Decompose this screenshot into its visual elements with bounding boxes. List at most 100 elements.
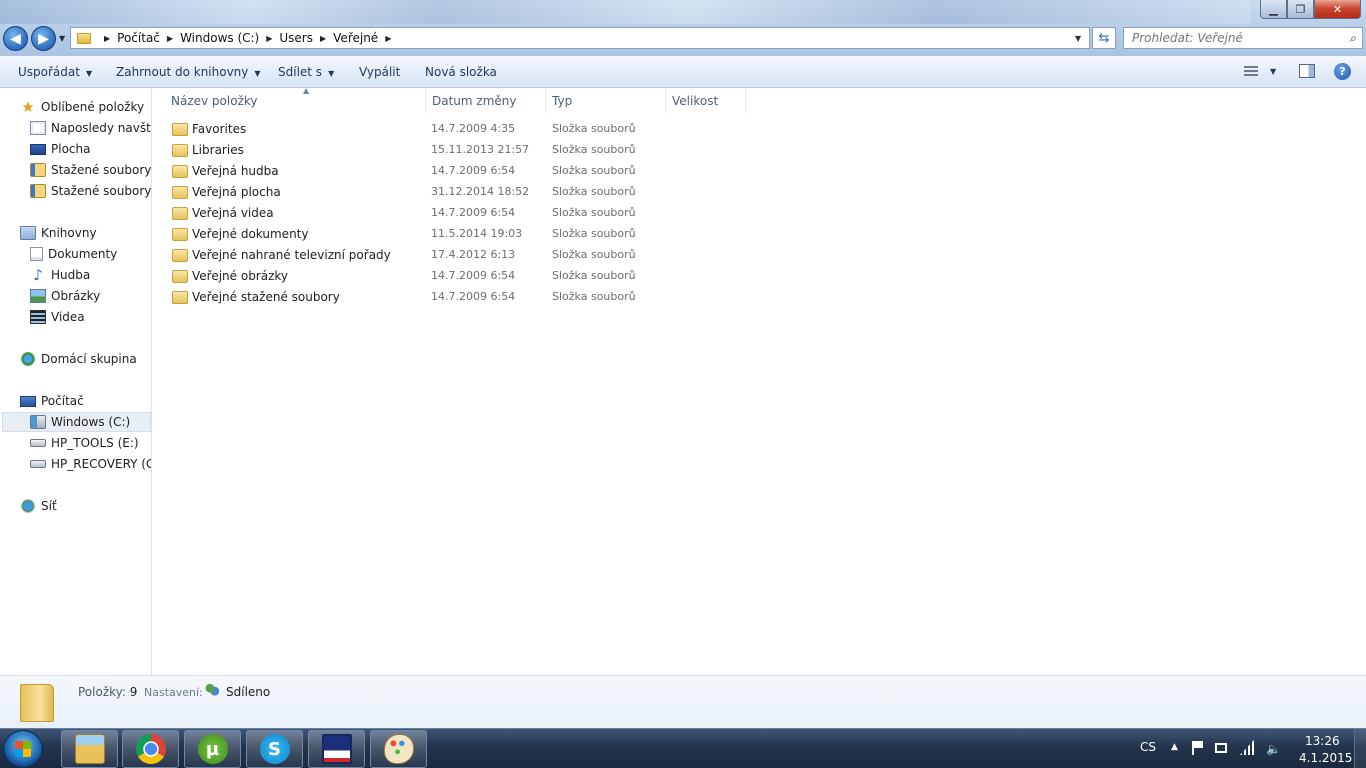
sidebar-item-recent-places[interactable]: Naposledy navštívené	[30, 118, 151, 138]
clock-time[interactable]: 13:26	[1305, 734, 1340, 748]
help-icon[interactable]: ?	[1334, 63, 1351, 80]
address-history-chevron-down-icon[interactable]: ▼	[1075, 34, 1081, 43]
taskbar-save-app-button[interactable]	[308, 730, 365, 768]
sidebar-item-label: Obrázky	[51, 289, 101, 303]
taskbar-skype-button[interactable]: S	[246, 730, 303, 768]
change-view-icon[interactable]	[1244, 66, 1258, 77]
search-box[interactable]: ⌕	[1123, 27, 1363, 49]
file-date-modified: 14.7.2009 4:35	[431, 122, 516, 135]
table-row[interactable]: Favorites 14.7.2009 4:35 Složka souborů	[167, 119, 747, 140]
sidebar-item-label: Windows (C:)	[51, 415, 131, 429]
volume-icon[interactable]: 🔈	[1266, 742, 1281, 756]
refresh-icon: ⇆	[1098, 30, 1110, 46]
sidebar-item-network[interactable]: Síť	[20, 496, 57, 516]
sidebar-item-downloads-2[interactable]: Stažené soubory	[30, 181, 151, 201]
taskbar-paint-button[interactable]	[370, 730, 427, 768]
taskbar-explorer-button[interactable]	[61, 730, 118, 768]
column-header-name[interactable]: ▲ Název položky	[165, 86, 426, 113]
show-hidden-icons-chevron-up-icon[interactable]: ▲	[1171, 742, 1178, 752]
breadcrumb-public[interactable]: Veřejné	[333, 31, 378, 45]
burn-button[interactable]: Vypálit	[359, 65, 400, 79]
sidebar-item-label: Dokumenty	[48, 247, 118, 261]
sidebar-item-hp-recovery[interactable]: HP_RECOVERY (G:)	[30, 454, 151, 474]
taskbar-utorrent-button[interactable]: µ	[184, 730, 241, 768]
organize-label: Uspořádat	[18, 65, 80, 79]
sidebar-item-downloads[interactable]: Stažené soubory	[30, 160, 151, 180]
sidebar-item-libraries[interactable]: Knihovny	[20, 223, 97, 243]
table-row[interactable]: Veřejné nahrané televizní pořady 17.4.201…	[167, 245, 747, 266]
share-with-button[interactable]: Sdílet s ▼	[278, 65, 334, 79]
sidebar-item-documents[interactable]: Dokumenty	[30, 244, 117, 264]
start-button[interactable]	[3, 730, 43, 768]
column-header-label: Velikost	[672, 94, 719, 108]
share-with-label: Sdílet s	[278, 65, 323, 79]
sidebar-item-label: Videa	[51, 310, 85, 324]
refresh-button[interactable]: ⇆	[1092, 27, 1116, 49]
sidebar-item-label: Plocha	[51, 142, 91, 156]
sidebar-item-pictures[interactable]: Obrázky	[30, 286, 100, 306]
sidebar-item-desktop[interactable]: Plocha	[30, 139, 90, 159]
view-options-chevron-down-icon[interactable]: ▼	[1270, 67, 1276, 76]
network-signal-icon[interactable]	[1240, 740, 1254, 755]
close-button[interactable]: ✕	[1314, 0, 1361, 19]
taskbar-chrome-button[interactable]	[122, 730, 179, 768]
chevron-right-icon[interactable]: ▶	[167, 34, 173, 43]
paint-palette-icon	[383, 734, 414, 764]
include-in-library-label: Zahrnout do knihovny	[116, 65, 249, 79]
new-folder-button[interactable]: Nová složka	[425, 65, 497, 79]
folder-icon	[172, 186, 188, 199]
chevron-right-icon[interactable]: ▶	[385, 34, 391, 43]
sidebar-item-label: HP_RECOVERY (G:)	[51, 457, 151, 471]
breadcrumb-users[interactable]: Users	[279, 31, 313, 45]
recent-pages-chevron-down-icon[interactable]: ▼	[59, 34, 65, 43]
sidebar-item-label: Počítač	[41, 394, 84, 408]
breadcrumb-computer[interactable]: Počítač	[117, 31, 160, 45]
minimize-button[interactable]: ▁	[1260, 0, 1287, 19]
preview-pane-icon[interactable]	[1299, 64, 1315, 78]
table-row[interactable]: Veřejná hudba 14.7.2009 6:54 Složka soubor…	[167, 161, 747, 182]
search-input[interactable]	[1132, 31, 1332, 45]
utorrent-icon: µ	[197, 734, 228, 764]
column-header-type[interactable]: Typ	[546, 89, 666, 113]
action-center-flag-icon[interactable]	[1192, 741, 1204, 755]
forward-button[interactable]: ▶	[31, 26, 56, 51]
sidebar-item-music[interactable]: ♪ Hudba	[30, 265, 90, 285]
address-bar[interactable]: ▶ Počítač ▶ Windows (C:) ▶ Users ▶ Veřej…	[70, 27, 1090, 49]
file-name: Veřejná plocha	[192, 185, 281, 199]
table-row[interactable]: Veřejné dokumenty 11.5.2014 19:03 Složka s…	[167, 224, 747, 245]
organize-button[interactable]: Uspořádat ▼	[18, 65, 92, 79]
table-row[interactable]: Libraries 15.11.2013 21:57 Složka souborů	[167, 140, 747, 161]
table-row[interactable]: Veřejná videa 14.7.2009 6:54 Složka soubor…	[167, 203, 747, 224]
column-header-size[interactable]: Velikost	[666, 89, 746, 113]
sidebar-item-homegroup[interactable]: Domácí skupina	[20, 349, 137, 369]
sidebar-item-favorites[interactable]: ★ Oblíbené položky	[20, 97, 144, 117]
search-icon[interactable]: ⌕	[1349, 31, 1356, 46]
libraries-icon	[20, 226, 36, 240]
show-desktop-button[interactable]	[1354, 729, 1366, 768]
language-indicator[interactable]: CS	[1140, 740, 1156, 754]
include-in-library-button[interactable]: Zahrnout do knihovny ▼	[116, 65, 261, 79]
display-icon[interactable]	[1215, 743, 1227, 753]
sidebar-item-windows-c[interactable]: Windows (C:)	[2, 412, 151, 432]
clock-date[interactable]: 4.1.2015	[1299, 751, 1352, 765]
file-date-modified: 14.7.2009 6:54	[431, 269, 516, 282]
music-note-icon: ♪	[33, 266, 43, 284]
sidebar-item-label: Stažené soubory	[51, 184, 152, 198]
table-row[interactable]: Veřejné obrázky 14.7.2009 6:54 Složka soub…	[167, 266, 747, 287]
sidebar-item-computer[interactable]: Počítač	[20, 391, 84, 411]
file-date-modified: 17.4.2012 6:13	[431, 248, 516, 261]
folder-icon	[77, 32, 91, 44]
table-row[interactable]: Veřejné stažené soubory 14.7.2009 6:54 Slo…	[167, 287, 747, 308]
file-type: Složka souborů	[552, 248, 636, 261]
floppy-disk-icon	[321, 734, 352, 764]
chevron-right-icon[interactable]: ▶	[266, 34, 272, 43]
column-header-date-modified[interactable]: Datum změny	[426, 89, 546, 113]
breadcrumb-windows-c[interactable]: Windows (C:)	[180, 31, 259, 45]
table-row[interactable]: Veřejná plocha 31.12.2014 18:52 Složka sou…	[167, 182, 747, 203]
sidebar-item-hp-tools[interactable]: HP_TOOLS (E:)	[30, 433, 139, 453]
chevron-right-icon[interactable]: ▶	[320, 34, 326, 43]
maximize-button[interactable]: ❐	[1287, 0, 1314, 19]
sidebar-item-videos[interactable]: Videa	[30, 307, 85, 327]
chevron-right-icon[interactable]: ▶	[104, 34, 110, 43]
back-button[interactable]: ◀	[3, 26, 28, 51]
